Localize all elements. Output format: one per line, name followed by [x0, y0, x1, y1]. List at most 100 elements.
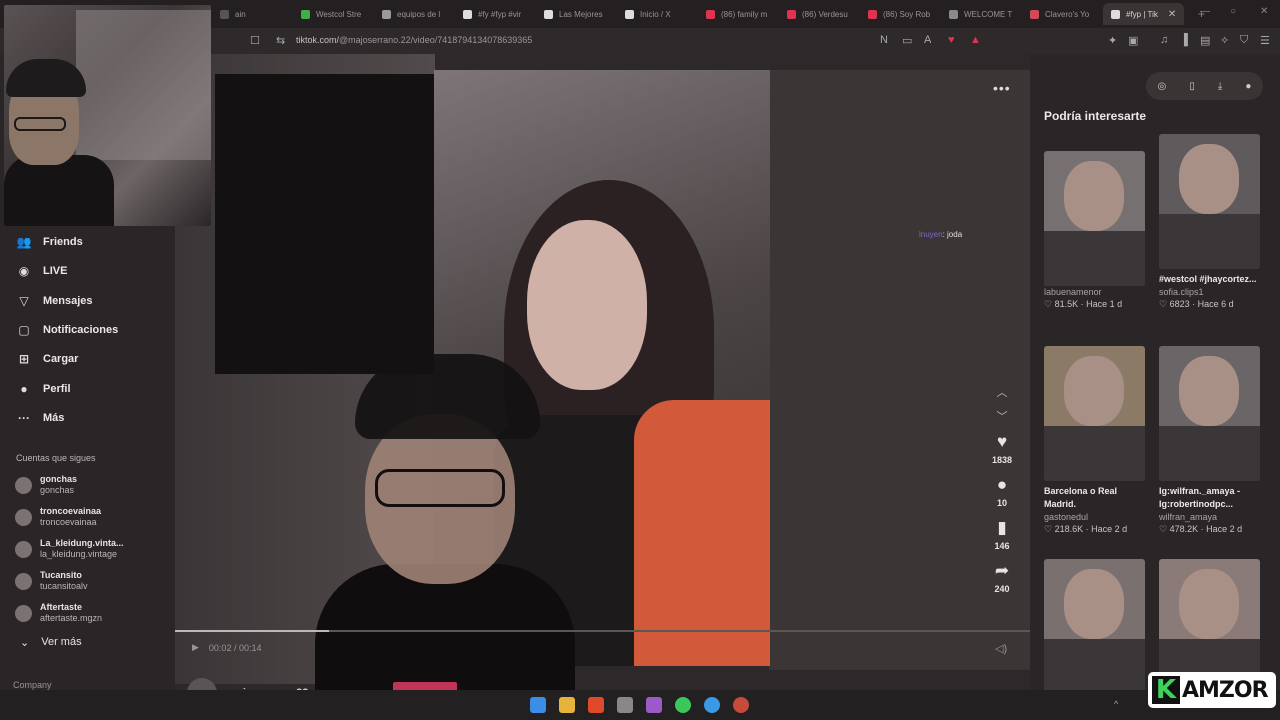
video-thumbnail[interactable]	[1044, 151, 1145, 286]
video-progress-bar[interactable]	[175, 630, 1030, 632]
sidebar-item-profile[interactable]: ● Perfil	[16, 381, 70, 397]
browser-tab[interactable]: equipos de l	[374, 3, 455, 25]
browser-tab[interactable]: Las Mejores	[536, 3, 617, 25]
browser-tab[interactable]: WELCOME T	[941, 3, 1022, 25]
browser-tab[interactable]: #fy #fyp #vir	[455, 3, 536, 25]
bookmark-icon[interactable]: ☐	[250, 34, 260, 47]
user-icon[interactable]: ●	[1245, 81, 1251, 92]
browser-tab[interactable]: (86) Soy Rob	[860, 3, 941, 25]
url-field[interactable]: tiktok.com/@majoserrano.22/video/7418794…	[296, 35, 532, 45]
wallet-icon[interactable]: ▤	[1200, 34, 1210, 47]
sidebar-item-notifications[interactable]: ▢ Notificaciones	[16, 322, 118, 338]
screen-icon[interactable]: ▭	[902, 34, 912, 47]
tab-label: Westcol Stre	[316, 9, 362, 19]
next-video-icon[interactable]: ﹀	[997, 408, 1008, 432]
app-icon[interactable]	[646, 697, 662, 713]
reader-icon[interactable]: N	[880, 34, 888, 46]
card-title[interactable]: Ig:wilfran._amaya - Ig:robertinodpc...	[1159, 485, 1260, 511]
download-icon[interactable]: ⤓	[1218, 81, 1222, 92]
browser-tab[interactable]: Inicio / X	[617, 3, 698, 25]
video-thumbnail[interactable]	[1044, 559, 1145, 694]
account-name: Aftertaste	[40, 602, 83, 612]
edge-icon[interactable]	[704, 697, 720, 713]
browser-tab[interactable]: ain	[212, 3, 293, 25]
tab-favicon-icon	[463, 9, 472, 19]
vpn-icon[interactable]: ⛉	[1240, 34, 1248, 47]
see-more-button[interactable]: ⌄ Ver más	[20, 636, 82, 649]
sidebar-item-more[interactable]: ··· Más	[16, 410, 64, 426]
browser-tab[interactable]: (86) Verdesu	[779, 3, 860, 25]
volume-icon[interactable]: ◁)	[995, 642, 1007, 655]
more-options-icon[interactable]: •••	[993, 80, 1011, 96]
capture-icon[interactable]: ▣	[1128, 34, 1138, 47]
browser-tab[interactable]: Clavero's Yo	[1022, 3, 1103, 25]
card-author[interactable]: gastonedul	[1044, 512, 1145, 522]
recommended-video-card[interactable]: labuenamenor ♡ 81.5K · Hace 1 d	[1044, 151, 1145, 310]
ai-icon[interactable]: ✧	[1220, 34, 1229, 47]
close-tab-icon[interactable]: ✕	[1168, 9, 1176, 20]
translate-icon[interactable]: A	[924, 34, 931, 46]
save-count: 146	[994, 541, 1010, 551]
extensions-icon[interactable]: ✦	[1108, 34, 1117, 47]
sidebar-item-friends[interactable]: 👥 Friends	[16, 234, 83, 250]
maximize-icon[interactable]: ○	[1230, 6, 1236, 17]
video-thumbnail[interactable]	[1159, 346, 1260, 481]
music-icon[interactable]: ♫	[1160, 34, 1168, 46]
rewards-icon[interactable]: ▲	[970, 34, 981, 46]
tab-label: (86) family m	[721, 9, 768, 19]
browser-tab[interactable]: (86) family m	[698, 3, 779, 25]
sidebar-item-label: LIVE	[43, 265, 68, 278]
recommended-video-card[interactable]: Ig:wilfran._amaya - Ig:robertinodpc... wi…	[1159, 346, 1260, 535]
card-meta: ♡ 478.2K · Hace 2 d	[1159, 524, 1243, 534]
tray-chevron-icon[interactable]: ^	[1114, 699, 1118, 709]
auto-scroll-icon[interactable]: ◎	[1158, 81, 1167, 92]
comment-icon[interactable]: ●	[997, 475, 1007, 495]
bookmark-save-icon[interactable]: ▮	[997, 518, 1006, 538]
account-handle: aftertaste.mgzn	[40, 613, 103, 623]
video-thumbnail[interactable]	[1159, 134, 1260, 269]
sidebar-toggle-icon[interactable]: ▐	[1180, 34, 1188, 46]
account-name: Tucansito	[40, 570, 82, 580]
followed-account[interactable]: La_kleidung.vinta... la_kleidung.vintage	[15, 538, 124, 560]
video-thumbnail[interactable]	[1044, 346, 1145, 481]
card-author[interactable]: wilfran_amaya	[1159, 512, 1260, 522]
brave-shield-icon[interactable]: ♥	[948, 34, 955, 46]
followed-account[interactable]: gonchas gonchas	[15, 474, 77, 496]
browser-tab[interactable]: #fyp | Tik ✕	[1103, 3, 1184, 25]
account-name: La_kleidung.vinta...	[40, 538, 124, 548]
followed-account[interactable]: Tucansito tucansitoalv	[15, 570, 88, 592]
tab-label: Las Mejores	[559, 9, 603, 19]
followed-account[interactable]: Aftertaste aftertaste.mgzn	[15, 602, 102, 624]
recommended-video-card[interactable]: Barcelona o Real Madrid. gastonedul ♡ 218.…	[1044, 346, 1145, 535]
brave-icon[interactable]	[588, 697, 604, 713]
chrome-icon[interactable]	[733, 697, 749, 713]
close-window-icon[interactable]: ✕	[1260, 6, 1268, 17]
device-icon[interactable]: ▯	[1189, 81, 1195, 92]
tab-label: WELCOME T	[964, 9, 1013, 19]
whatsapp-icon[interactable]	[675, 697, 691, 713]
sidebar-item-messages[interactable]: ▽ Mensajes	[16, 293, 92, 309]
store-icon[interactable]	[617, 697, 633, 713]
recommended-video-card[interactable]: #westcol #jhaycortez... sofia.clips1 ♡ 682…	[1159, 134, 1260, 310]
followed-account[interactable]: troncoevainaa troncoevainaa	[15, 506, 101, 528]
menu-icon[interactable]: ☰	[1260, 34, 1270, 47]
start-icon[interactable]	[530, 697, 546, 713]
recommendations-panel: ◎ ▯ ⤓ ● Podría interesarte labuenamenor ♡…	[1030, 54, 1280, 704]
sidebar-item-upload[interactable]: ⊞ Cargar	[16, 351, 79, 367]
browser-tab[interactable]: Westcol Stre	[293, 3, 374, 25]
card-author[interactable]: sofia.clips1	[1159, 287, 1260, 297]
recommended-video-card[interactable]	[1044, 559, 1145, 694]
previous-video-icon[interactable]: ︿	[997, 384, 1008, 408]
like-icon[interactable]: ♥	[997, 432, 1007, 452]
file-explorer-icon[interactable]	[559, 697, 575, 713]
card-author[interactable]: labuenamenor	[1044, 287, 1145, 297]
card-title[interactable]: Barcelona o Real Madrid.	[1044, 485, 1145, 511]
play-icon[interactable]: ▶	[192, 642, 199, 653]
sidebar-item-live[interactable]: ◉ LIVE	[16, 263, 68, 279]
site-settings-icon[interactable]: ⇆	[276, 34, 285, 47]
notifications-icon: ▢	[18, 322, 30, 337]
minimize-icon[interactable]: —	[1200, 6, 1210, 17]
company-link[interactable]: Company	[13, 680, 52, 690]
card-title[interactable]: #westcol #jhaycortez...	[1159, 273, 1260, 286]
share-icon[interactable]: ➦	[995, 561, 1009, 581]
